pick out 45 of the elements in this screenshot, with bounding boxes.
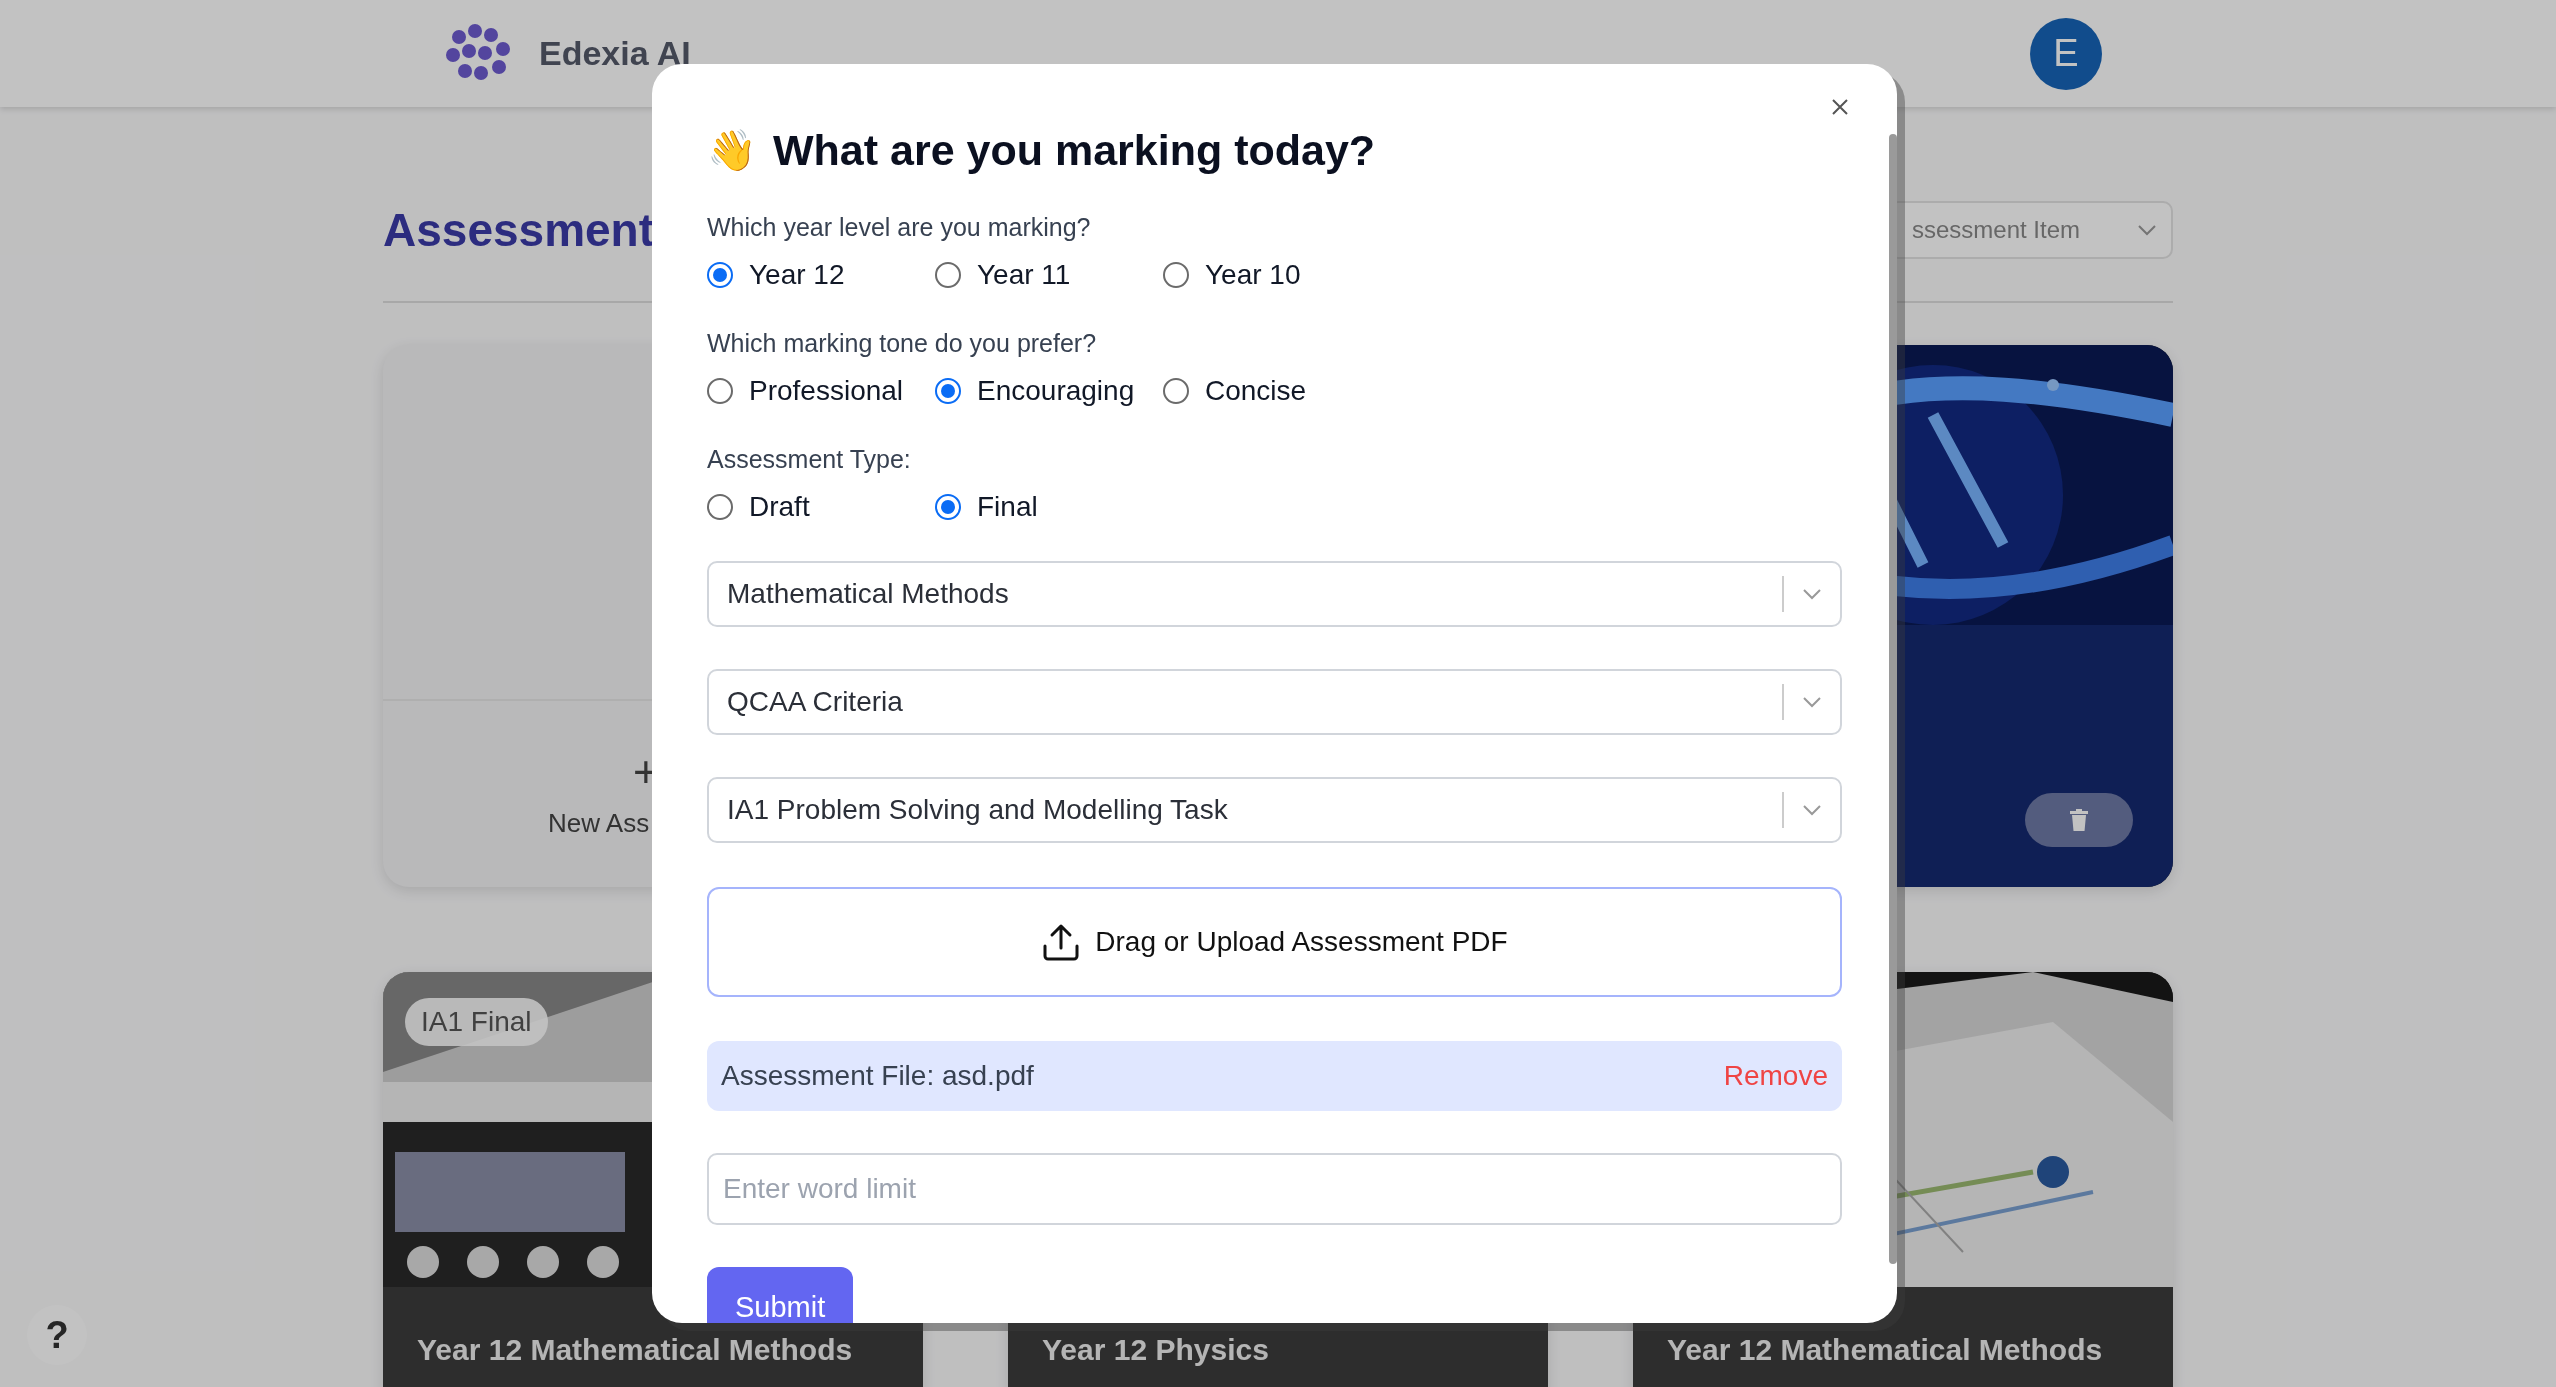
word-limit-input[interactable]: Enter word limit <box>707 1153 1842 1225</box>
radio-label[interactable]: Concise <box>1205 375 1307 407</box>
trash-icon <box>2070 809 2088 831</box>
question-label: Which year level are you marking? <box>707 213 1092 242</box>
radio-button[interactable] <box>1163 262 1189 288</box>
card-title: Year 12 Mathematical Methods <box>417 1333 853 1367</box>
radio-label[interactable]: Encouraging <box>977 375 1135 407</box>
upload-label: Drag or Upload Assessment PDF <box>1095 926 1508 958</box>
chevron-down-icon <box>2137 224 2157 236</box>
radio-label[interactable]: Year 12 <box>749 259 845 291</box>
chevron-down-icon <box>1802 588 1822 600</box>
radio-button[interactable] <box>935 378 961 404</box>
radio-button[interactable] <box>707 494 733 520</box>
upload-icon <box>1041 922 1082 962</box>
user-avatar[interactable]: E <box>2030 17 2102 90</box>
radio-button[interactable] <box>707 378 733 404</box>
submit-button[interactable]: Submit <box>707 1267 854 1323</box>
dropdown-select[interactable]: IA1 Problem Solving and Modelling Task <box>707 777 1842 843</box>
card-title: Year 12 Mathematical Methods <box>1667 1333 2103 1367</box>
waving-hand-emoji: 👋 <box>707 127 757 174</box>
dropdown-select[interactable]: QCAA Criteria <box>707 669 1842 735</box>
radio-label[interactable]: Year 10 <box>1205 259 1301 291</box>
radio-label[interactable]: Final <box>977 491 1038 523</box>
radio-button[interactable] <box>707 262 733 288</box>
question-label: Assessment Type: <box>707 445 912 474</box>
dropdown-select[interactable]: Mathematical Methods <box>707 561 1842 627</box>
chevron-down-icon <box>1802 804 1822 816</box>
chevron-down-icon <box>1802 696 1822 708</box>
radio-label[interactable]: Year 11 <box>977 259 1071 291</box>
status-badge: IA1 Final <box>405 998 548 1046</box>
new-assessment-label: New Ass <box>548 807 650 839</box>
radio-button[interactable] <box>1163 378 1189 404</box>
question-label: Which marking tone do you prefer? <box>707 329 1098 358</box>
close-icon <box>1831 98 1849 116</box>
scrollbar[interactable] <box>1889 134 1897 1264</box>
page-title: Assessment <box>383 203 655 257</box>
radio-button[interactable] <box>935 262 961 288</box>
card-title: Year 12 Physics <box>1042 1333 1269 1367</box>
radio-label[interactable]: Professional <box>749 375 904 407</box>
brand-name: Edexia AI <box>539 34 691 73</box>
file-name: Assessment File: asd.pdf <box>721 1060 1034 1092</box>
radio-label[interactable]: Draft <box>749 491 810 523</box>
radio-button[interactable] <box>935 494 961 520</box>
upload-dropzone[interactable]: Drag or Upload Assessment PDF <box>707 887 1842 997</box>
modal-title: What are you marking today? <box>773 126 1376 175</box>
